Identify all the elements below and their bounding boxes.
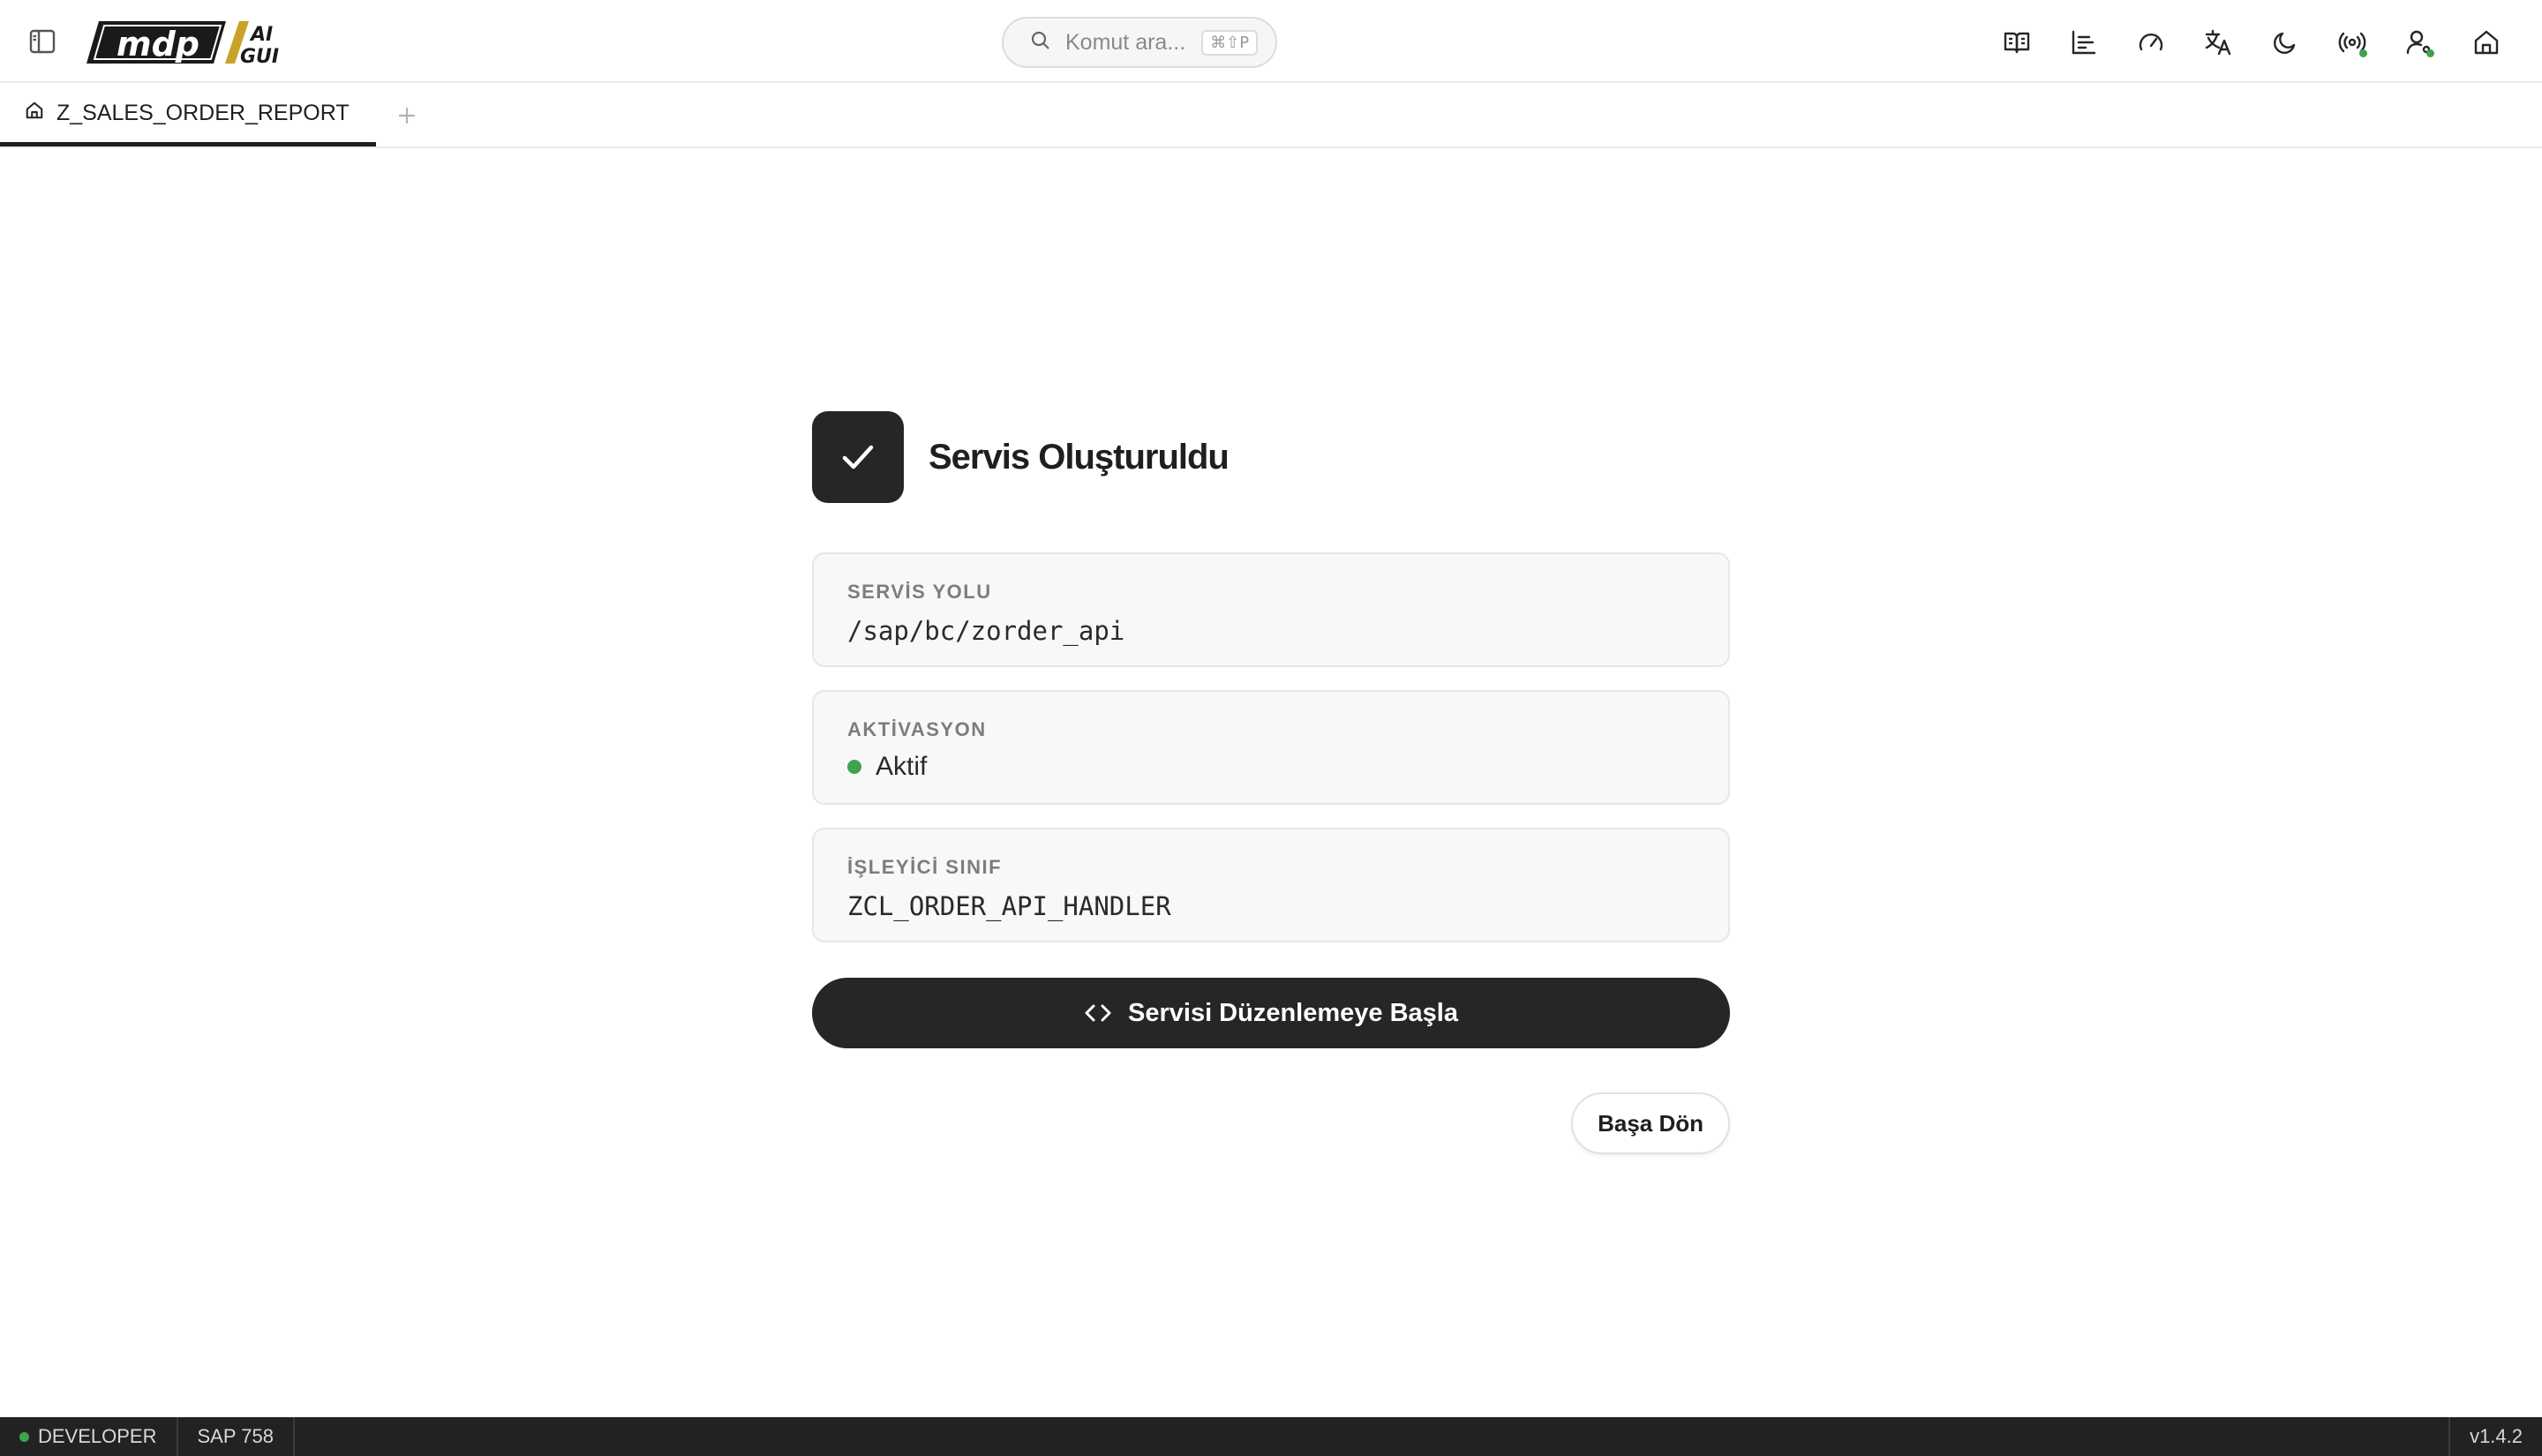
logo-main-text: mdp <box>117 25 199 64</box>
home-icon[interactable] <box>2466 22 2507 63</box>
activation-label: AKTİVASYON <box>847 718 987 740</box>
activation-card: AKTİVASYON Aktif <box>812 690 1730 805</box>
gauge-icon[interactable] <box>2131 22 2171 63</box>
search-icon <box>1030 30 1051 56</box>
service-path-card: SERVİS YOLU /sap/bc/zorder_api <box>812 552 1730 667</box>
tab-bar: Z_SALES_ORDER_REPORT <box>0 85 2542 148</box>
home-icon <box>25 101 44 126</box>
translate-icon[interactable] <box>2198 22 2238 63</box>
user-settings-icon[interactable] <box>2399 22 2440 63</box>
status-bar: DEVELOPER SAP 758 v1.4.2 <box>0 1417 2542 1456</box>
search-placeholder: Komut ara... <box>1065 29 1186 55</box>
environment-status-dot <box>19 1431 29 1442</box>
activation-value: Aktif <box>876 752 928 781</box>
start-editing-service-button[interactable]: Servisi Düzenlemeye Başla <box>812 978 1730 1048</box>
check-icon <box>842 445 874 469</box>
version-label: v1.4.2 <box>2470 1425 2523 1447</box>
logo-sub-bottom: GUI <box>240 46 279 67</box>
handler-class-card: İŞLEYİCİ SINIF ZCL_ORDER_API_HANDLER <box>812 828 1730 942</box>
result-header: Servis Oluşturuldu <box>812 411 1730 503</box>
success-badge <box>812 411 904 503</box>
handler-class-value: ZCL_ORDER_API_HANDLER <box>847 891 1171 921</box>
service-path-label: SERVİS YOLU <box>847 581 992 603</box>
plus-icon <box>398 108 415 124</box>
logo-sub-top: AI <box>249 24 273 46</box>
code-icon <box>1085 1004 1111 1022</box>
tab-label: Z_SALES_ORDER_REPORT <box>56 101 350 125</box>
toolbar <box>1997 22 2507 63</box>
moon-icon[interactable] <box>2265 22 2305 63</box>
user-status-dot <box>2426 49 2434 57</box>
app-logo[interactable]: mdp AI GUI <box>83 18 295 67</box>
add-tab-button[interactable] <box>376 85 438 146</box>
bar-chart-icon[interactable] <box>2064 22 2104 63</box>
top-bar: mdp AI GUI Komut ara... ⌘⇧P <box>0 0 2542 83</box>
active-status-dot <box>847 760 861 774</box>
page-title: Servis Oluşturuldu <box>929 437 1230 477</box>
activation-status: Aktif <box>847 752 1696 782</box>
broadcast-icon[interactable] <box>2332 22 2373 63</box>
service-path-value: /sap/bc/zorder_api <box>847 616 1125 646</box>
tab-z-sales-order-report[interactable]: Z_SALES_ORDER_REPORT <box>0 85 376 146</box>
command-search[interactable]: Komut ara... ⌘⇧P <box>1002 17 1277 68</box>
secondary-actions: Başa Dön <box>812 1092 1730 1154</box>
search-shortcut: ⌘⇧P <box>1201 29 1259 56</box>
environment-label: DEVELOPER <box>38 1425 157 1447</box>
book-open-icon[interactable] <box>1997 22 2037 63</box>
back-to-start-button[interactable]: Başa Dön <box>1571 1092 1730 1154</box>
system-indicator: SAP 758 <box>178 1417 295 1456</box>
start-editing-label: Servisi Düzenlemeye Başla <box>1128 998 1458 1027</box>
system-label: SAP 758 <box>197 1425 274 1447</box>
environment-indicator: DEVELOPER <box>0 1417 178 1456</box>
sidebar-toggle-icon[interactable] <box>28 28 56 55</box>
version-indicator: v1.4.2 <box>2448 1417 2542 1456</box>
connection-status-dot <box>2359 49 2367 57</box>
service-created-panel: Servis Oluşturuldu SERVİS YOLU /sap/bc/z… <box>812 411 1730 1154</box>
handler-class-label: İŞLEYİCİ SINIF <box>847 856 1003 878</box>
